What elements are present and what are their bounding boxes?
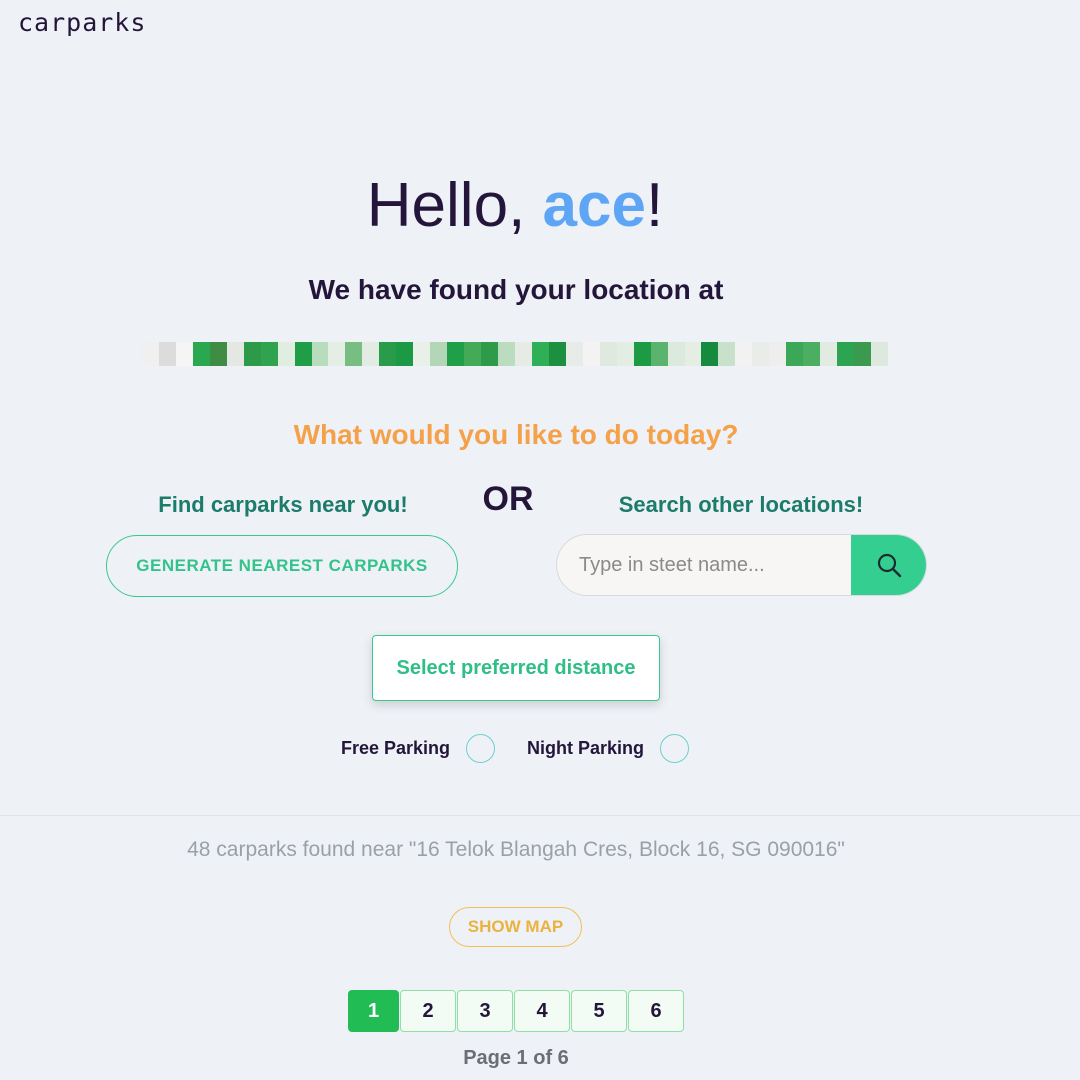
pixel-block xyxy=(820,342,838,366)
search-other-label: Search other locations! xyxy=(618,492,864,517)
pixel-block xyxy=(226,342,244,366)
pixel-block xyxy=(430,342,448,366)
pixel-block xyxy=(209,342,227,366)
pixel-block xyxy=(514,342,532,366)
pixel-block xyxy=(362,342,380,366)
pixel-block xyxy=(752,342,770,366)
pixel-block xyxy=(650,342,668,366)
page-indicator: Page 1 of 6 xyxy=(463,1047,569,1069)
pixel-block xyxy=(870,342,888,366)
pixel-block xyxy=(498,342,515,366)
pixel-block xyxy=(565,342,583,366)
pixel-block xyxy=(294,342,312,366)
pixel-block xyxy=(328,342,346,366)
pixel-block xyxy=(413,342,431,366)
question-heading: What would you like to do today? xyxy=(293,419,739,450)
pixel-block xyxy=(464,342,482,366)
free-parking-label: Free Parking xyxy=(341,737,451,758)
pixel-block xyxy=(379,342,397,366)
find-nearby-label: Find carparks near you! xyxy=(158,492,408,517)
free-parking-checkbox[interactable] xyxy=(466,733,496,763)
search-bar xyxy=(556,534,927,596)
search-button[interactable] xyxy=(851,535,926,595)
page-button-3[interactable]: 3 xyxy=(457,990,513,1032)
greeting-prefix: Hello, xyxy=(366,171,543,240)
pixel-block xyxy=(769,342,787,366)
or-divider-label: OR xyxy=(482,480,534,518)
pixel-block xyxy=(548,342,566,366)
pixel-block xyxy=(345,342,363,366)
free-parking-filter: Free Parking xyxy=(341,733,496,763)
page-button-6[interactable]: 6 xyxy=(628,990,684,1032)
pixel-block xyxy=(667,342,685,366)
night-parking-checkbox[interactable] xyxy=(660,733,690,763)
pixel-block xyxy=(192,342,210,366)
page-button-4[interactable]: 4 xyxy=(514,990,570,1032)
pixel-block xyxy=(481,342,499,366)
pixel-block xyxy=(803,342,821,366)
page-button-2[interactable]: 2 xyxy=(400,990,456,1032)
pixel-block xyxy=(277,342,295,366)
pagination: 123456 xyxy=(348,990,685,1032)
pixel-block xyxy=(582,342,600,366)
pixel-block xyxy=(175,342,193,366)
pixel-block xyxy=(260,342,278,366)
pixel-block xyxy=(447,342,465,366)
pixel-block xyxy=(684,342,702,366)
show-map-button[interactable]: SHOW MAP xyxy=(449,907,582,947)
street-search-input[interactable] xyxy=(557,535,851,595)
pixel-block xyxy=(243,342,261,366)
search-icon xyxy=(877,553,901,578)
greeting-suffix: ! xyxy=(645,171,664,240)
greeting-heading: Hello, ace! xyxy=(0,170,1030,241)
pixelated-address xyxy=(142,342,888,366)
pixel-block xyxy=(142,342,159,366)
pixel-block xyxy=(531,342,549,366)
pixel-block xyxy=(616,342,634,366)
location-heading: We have found your location at xyxy=(308,274,724,305)
pixel-block xyxy=(158,342,176,366)
generate-nearest-carparks-button[interactable]: GENERATE NEAREST CARPARKS xyxy=(106,535,458,597)
page-button-5[interactable]: 5 xyxy=(571,990,627,1032)
pixel-block xyxy=(396,342,414,366)
page-button-1[interactable]: 1 xyxy=(348,990,399,1032)
pixel-block xyxy=(311,342,329,366)
night-parking-label: Night Parking xyxy=(527,737,645,758)
results-summary: 48 carparks found near "16 Telok Blangah… xyxy=(187,838,845,861)
pixel-block xyxy=(854,342,871,366)
select-distance-button[interactable]: Select preferred distance xyxy=(372,635,660,701)
pixel-block xyxy=(837,342,855,366)
pixel-block xyxy=(599,342,617,366)
section-divider xyxy=(0,815,1080,816)
pixel-block xyxy=(633,342,651,366)
pixel-block xyxy=(786,342,804,366)
night-parking-filter: Night Parking xyxy=(527,733,690,763)
pixel-block xyxy=(701,342,719,366)
pixel-block xyxy=(718,342,736,366)
brand-logo[interactable]: carparks xyxy=(18,8,146,37)
pixel-block xyxy=(735,342,753,366)
user-name: ace xyxy=(542,171,646,240)
